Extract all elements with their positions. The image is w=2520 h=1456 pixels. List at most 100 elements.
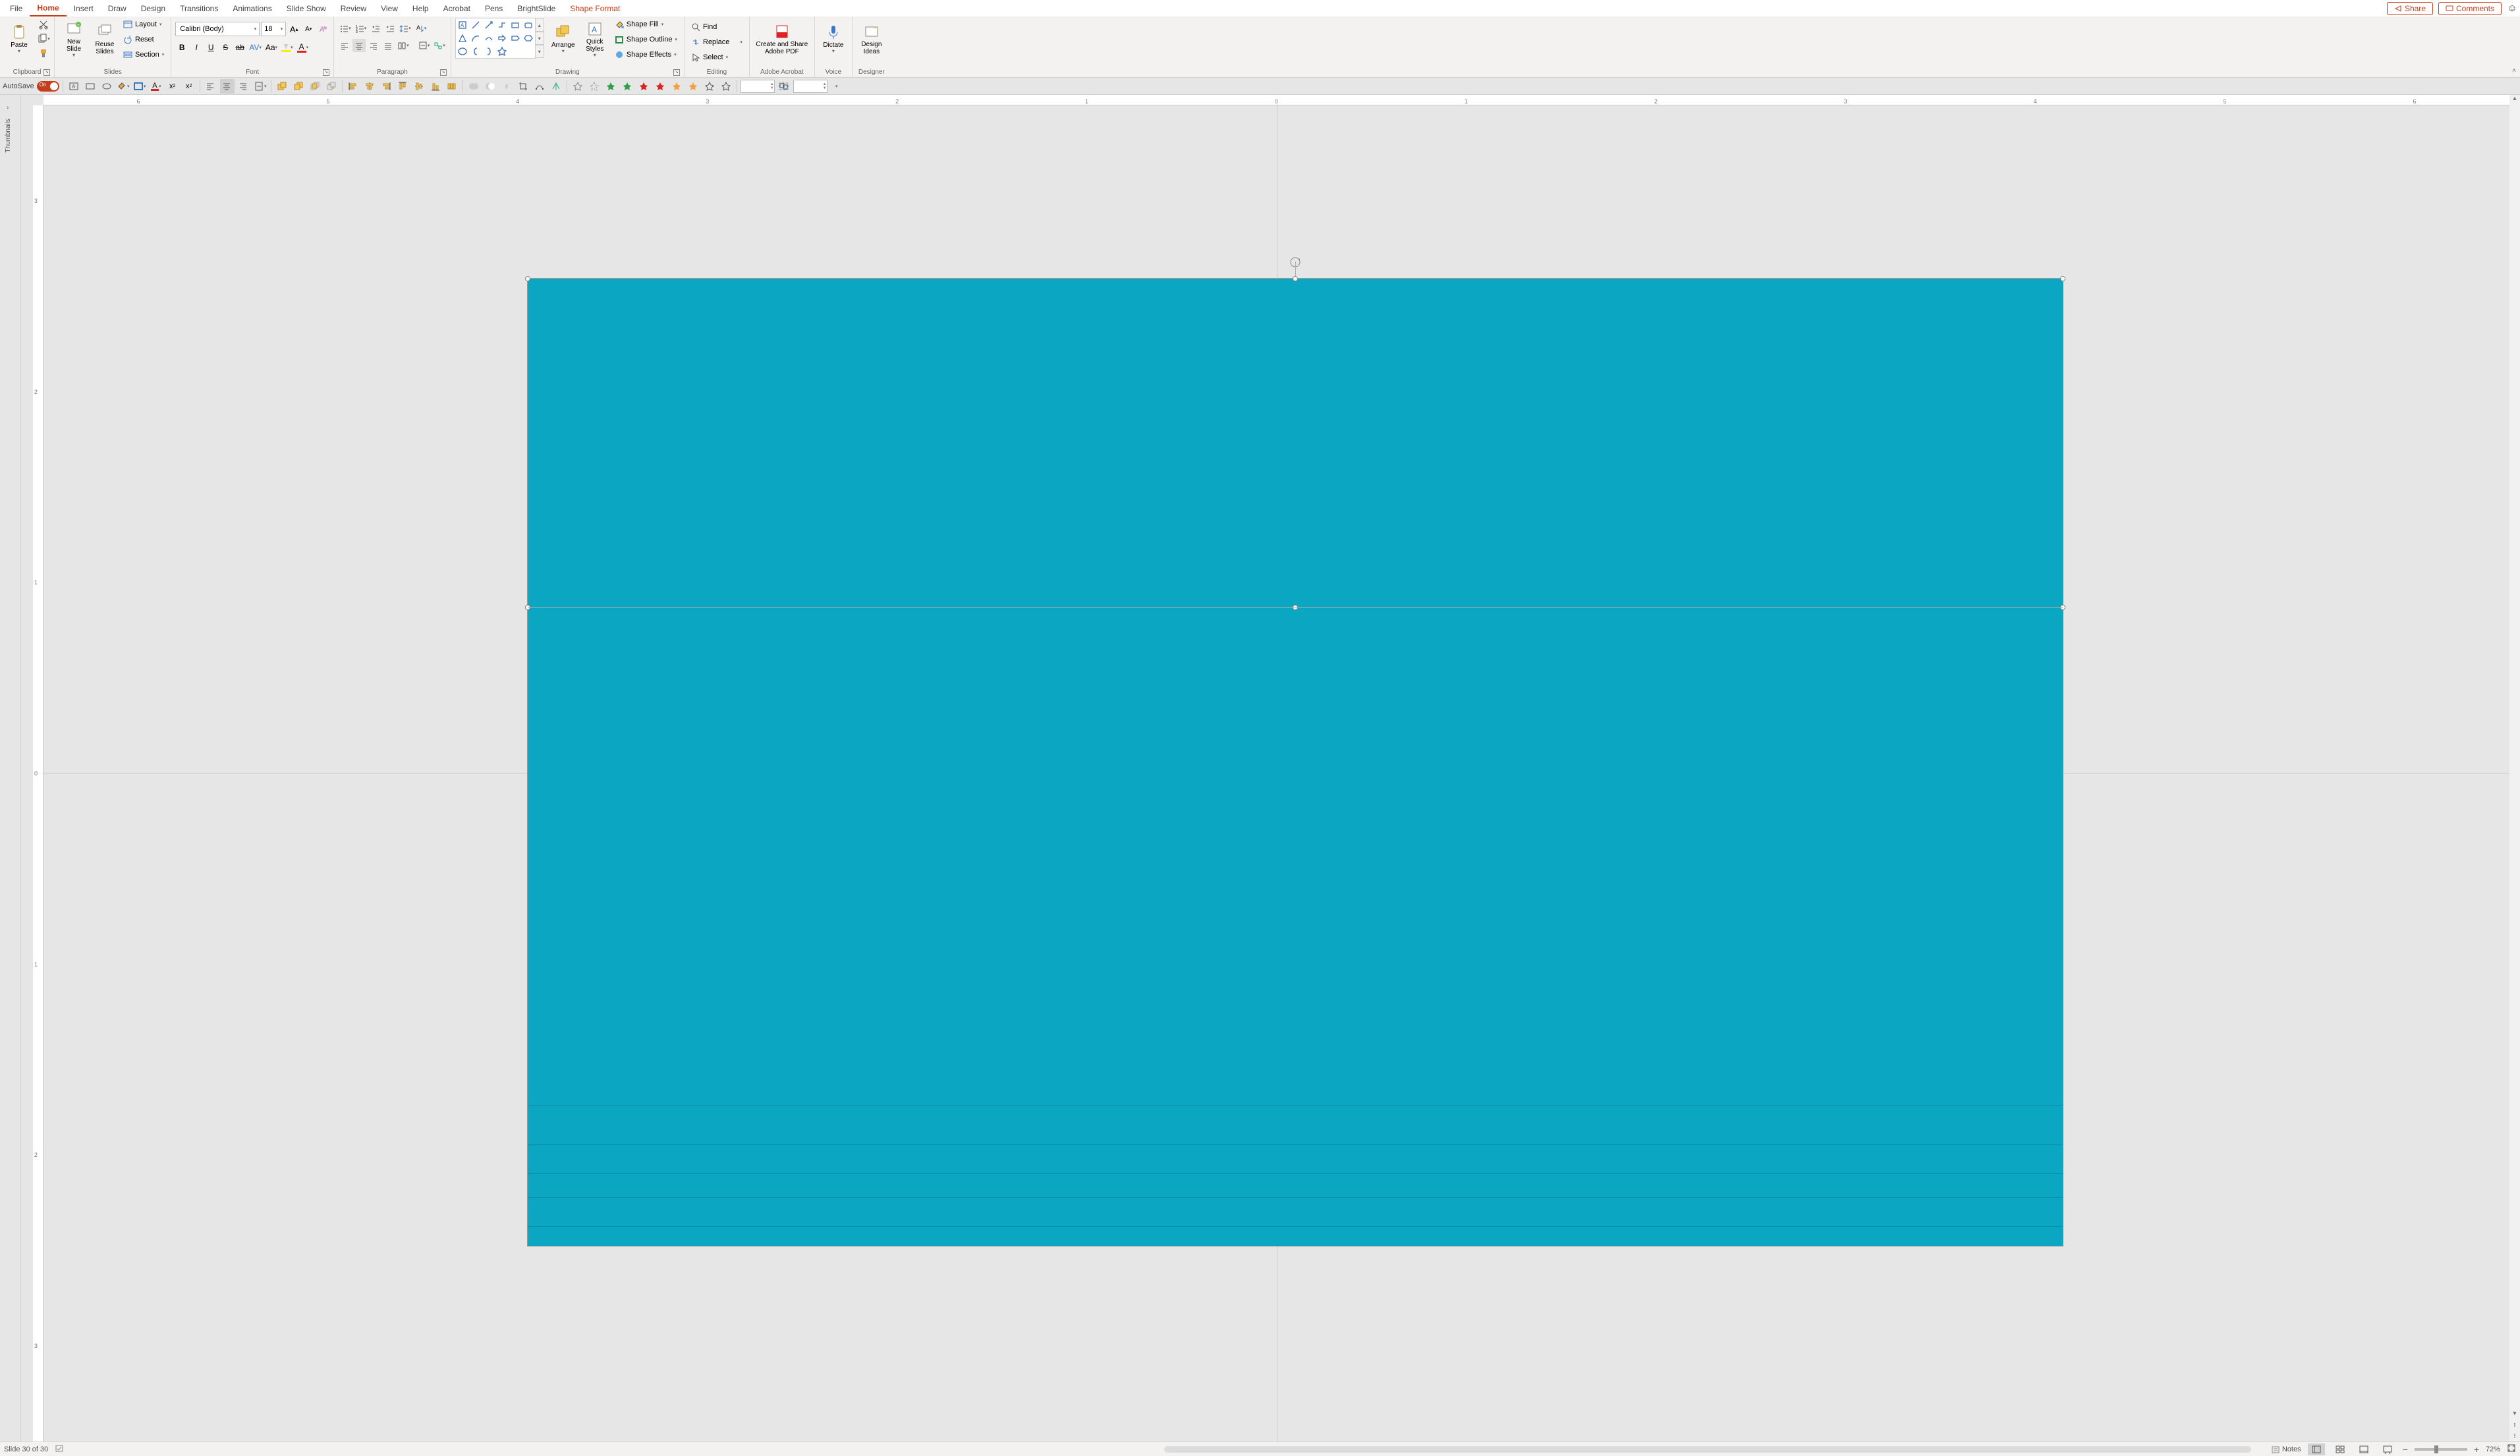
qat-rectangle-button[interactable] <box>83 79 98 94</box>
bold-button[interactable]: B <box>175 41 188 54</box>
qat-superscript-button[interactable]: x2 <box>182 79 196 94</box>
shape-textbox-icon[interactable]: A <box>456 18 469 32</box>
change-case-button[interactable]: Aa▾ <box>264 41 279 54</box>
qat-align-left-button[interactable] <box>204 79 218 94</box>
qat-bring-front-button[interactable] <box>308 79 322 94</box>
align-text-button[interactable]: ▾ <box>417 39 432 52</box>
font-color-button[interactable]: A▾ <box>296 41 310 54</box>
qat-bring-forward-button[interactable] <box>275 79 289 94</box>
align-right-button[interactable] <box>367 39 380 52</box>
zoom-slider[interactable] <box>2415 1448 2467 1451</box>
decrease-font-button[interactable]: A▾ <box>302 22 315 36</box>
qat-width-spin[interactable]: ▲▼ <box>741 80 775 93</box>
font-size-combo[interactable]: 18▾ <box>261 22 286 36</box>
handle-n[interactable] <box>1293 276 1298 281</box>
tab-file[interactable]: File <box>3 1 30 16</box>
shape-triangle-icon[interactable] <box>456 32 469 45</box>
expand-thumbnails-button[interactable]: › <box>7 104 9 111</box>
handle-ne[interactable] <box>2060 276 2065 281</box>
shape-brace-right-icon[interactable] <box>482 45 495 58</box>
qat-align-obj-left-button[interactable] <box>346 79 360 94</box>
shape-fill-button[interactable]: Shape Fill▾ <box>612 18 680 31</box>
shape-line-icon[interactable] <box>469 18 482 32</box>
underline-button[interactable]: U <box>204 41 217 54</box>
qat-customize-button[interactable]: ▾ <box>829 79 844 94</box>
slideshow-view-button[interactable] <box>2379 1443 2396 1455</box>
qat-shape-fill-button[interactable]: ▾ <box>116 79 130 94</box>
design-ideas-button[interactable]: Design Ideas <box>856 18 887 61</box>
paragraph-launcher[interactable]: ↘ <box>440 69 447 76</box>
numbering-button[interactable]: 123▾ <box>354 22 368 35</box>
reading-view-button[interactable] <box>2355 1443 2372 1455</box>
selected-shape[interactable] <box>527 278 2063 1246</box>
qat-align-obj-right-button[interactable] <box>379 79 393 94</box>
tab-help[interactable]: Help <box>405 1 436 16</box>
qat-dist-horiz-button[interactable] <box>445 79 459 94</box>
shape-oval-icon[interactable] <box>456 45 469 58</box>
shapes-expand[interactable]: ▾ <box>535 45 544 58</box>
increase-indent-button[interactable] <box>383 22 397 35</box>
tab-review[interactable]: Review <box>333 1 374 16</box>
qat-align-obj-top-button[interactable] <box>395 79 410 94</box>
qat-align-right-button[interactable] <box>237 79 251 94</box>
thumbnails-pane[interactable]: › Thumbnails <box>0 95 21 1442</box>
shape-arc-icon[interactable] <box>469 32 482 45</box>
zoom-value[interactable]: 72% <box>2486 1445 2500 1453</box>
shape-action-icon[interactable] <box>522 45 535 58</box>
handle-nw[interactable] <box>525 276 530 281</box>
shape-connector-icon[interactable] <box>495 18 509 32</box>
tab-view[interactable]: View <box>374 1 405 16</box>
collapse-ribbon-button[interactable]: ˄ <box>2512 67 2516 74</box>
decrease-indent-button[interactable] <box>369 22 382 35</box>
adobe-pdf-button[interactable]: Create and Share Adobe PDF <box>754 18 810 61</box>
qat-font-color-button[interactable]: A▾ <box>149 79 163 94</box>
qat-anim-outline2-button[interactable] <box>719 79 733 94</box>
spellcheck-icon[interactable] <box>55 1443 64 1455</box>
reuse-slides-button[interactable]: Reuse Slides <box>92 18 118 61</box>
fit-to-window-button[interactable] <box>2507 1443 2516 1455</box>
paste-button[interactable]: Paste ▾ <box>4 18 34 61</box>
tab-acrobat[interactable]: Acrobat <box>436 1 478 16</box>
font-launcher[interactable]: ↘ <box>323 69 329 76</box>
cut-button[interactable] <box>37 18 50 31</box>
comments-button[interactable]: Comments <box>2438 2 2502 15</box>
qat-crop-button[interactable] <box>516 79 530 94</box>
qat-anim-green1-button[interactable] <box>603 79 618 94</box>
qat-valign-button[interactable]: ▾ <box>253 79 267 94</box>
qat-merge-intersect-button[interactable] <box>499 79 514 94</box>
tab-design[interactable]: Design <box>134 1 173 16</box>
align-left-button[interactable] <box>338 39 351 52</box>
horizontal-scrollbar[interactable] <box>1164 1446 2251 1453</box>
shape-pentagon-icon[interactable] <box>509 32 522 45</box>
char-spacing-button[interactable]: AV▾ <box>248 41 263 54</box>
replace-button[interactable]: Replace ▾ <box>688 36 745 49</box>
qat-send-backward-button[interactable] <box>291 79 306 94</box>
qat-anim-orange1-button[interactable] <box>669 79 684 94</box>
reset-button[interactable]: Reset <box>121 33 167 46</box>
shape-roundrect-icon[interactable] <box>522 18 535 32</box>
clear-formatting-button[interactable]: A <box>316 22 329 36</box>
find-button[interactable]: Find <box>688 20 719 34</box>
shape-brace-left-icon[interactable] <box>469 45 482 58</box>
qat-merge-union-button[interactable] <box>466 79 481 94</box>
bullets-button[interactable]: ▾ <box>338 22 352 35</box>
next-slide-button[interactable]: ⭳ <box>2513 1431 2515 1442</box>
strikethrough-button[interactable]: S <box>219 41 232 54</box>
section-button[interactable]: Section▾ <box>121 48 167 61</box>
qat-anim-red1-button[interactable] <box>636 79 651 94</box>
qat-anim-orange2-button[interactable] <box>686 79 700 94</box>
notes-button[interactable]: Notes <box>2271 1445 2301 1454</box>
drawing-launcher[interactable]: ↘ <box>673 69 680 76</box>
copy-button[interactable]: ▾ <box>37 32 50 45</box>
tab-slide-show[interactable]: Slide Show <box>279 1 333 16</box>
qat-set-transparent-button[interactable] <box>549 79 563 94</box>
tab-pens[interactable]: Pens <box>478 1 510 16</box>
quick-styles-button[interactable]: A Quick Styles▾ <box>580 18 609 61</box>
arrange-button[interactable]: Arrange▾ <box>549 18 578 61</box>
shape-outline-button[interactable]: Shape Outline▾ <box>612 33 680 46</box>
qat-group-button[interactable] <box>777 79 791 94</box>
qat-height-spin[interactable]: ▲▼ <box>793 80 827 93</box>
zoom-out-button[interactable]: − <box>2403 1444 2408 1455</box>
sorter-view-button[interactable] <box>2332 1443 2349 1455</box>
autosave-switch[interactable] <box>37 81 59 92</box>
